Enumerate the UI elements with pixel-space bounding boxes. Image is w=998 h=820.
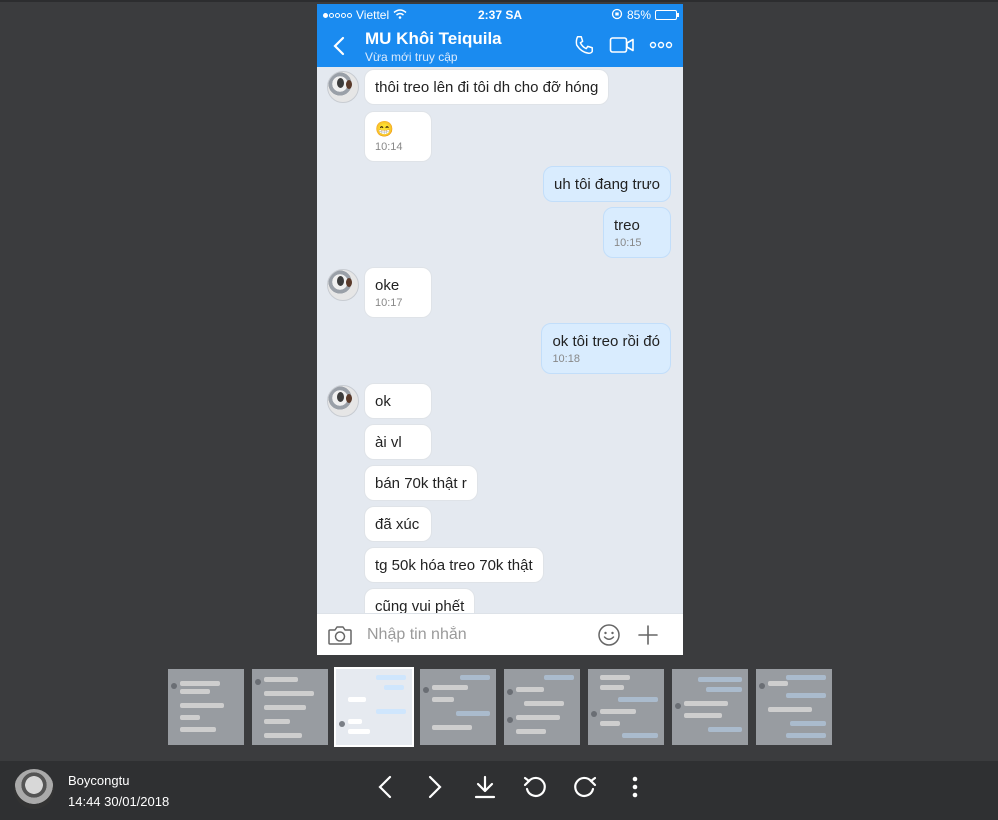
- thumbnail-active[interactable]: [334, 667, 414, 747]
- message-bubble[interactable]: cũng vui phết: [364, 588, 476, 613]
- rotation-lock-icon: [611, 8, 623, 23]
- message-bubble[interactable]: ài vl: [364, 424, 432, 460]
- message-bubble[interactable]: ok tôi treo rồi đó 10:18: [541, 323, 671, 374]
- thumbnail[interactable]: [420, 669, 496, 745]
- message-bubble[interactable]: thôi treo lên đi tôi dh cho đỡ hóng: [364, 69, 610, 105]
- contact-name[interactable]: MU Khôi Teiquila: [365, 29, 502, 49]
- thumbnail[interactable]: [588, 669, 664, 745]
- previous-image-button[interactable]: [364, 771, 406, 803]
- smiley-icon[interactable]: [597, 623, 621, 647]
- download-button[interactable]: [464, 771, 506, 803]
- message-bubble[interactable]: bán 70k thật r: [364, 465, 478, 501]
- video-camera-icon[interactable]: [609, 35, 635, 55]
- rotate-left-icon: [523, 776, 546, 798]
- image-viewer: Viettel 2:37 SA 85% MU Khôi Teiquila Vừa…: [0, 0, 998, 820]
- wifi-icon: [393, 8, 407, 22]
- battery-icon: [655, 10, 679, 20]
- chevron-left-icon: [378, 775, 392, 799]
- contact-avatar[interactable]: [327, 385, 359, 417]
- message-bubble[interactable]: ok: [364, 383, 432, 419]
- phone-icon[interactable]: [573, 34, 595, 56]
- signal-dots-icon: [323, 12, 352, 18]
- contact-avatar[interactable]: [327, 71, 359, 103]
- grinning-emoji: 😁: [375, 121, 394, 138]
- thumbnail[interactable]: [672, 669, 748, 745]
- rotate-right-icon: [574, 776, 597, 798]
- message-time: 10:18: [552, 353, 580, 365]
- message-time: 10:17: [375, 297, 403, 309]
- thumbnail[interactable]: [168, 669, 244, 745]
- more-dots-icon[interactable]: [649, 40, 673, 50]
- message-composer: [317, 613, 683, 655]
- battery-percent: 85%: [626, 8, 651, 22]
- more-options-button[interactable]: [614, 771, 656, 803]
- chevron-right-icon: [428, 775, 442, 799]
- upload-time: 14:44 30/01/2018: [68, 794, 170, 809]
- rotate-left-button[interactable]: [514, 771, 556, 803]
- plus-icon[interactable]: [637, 624, 659, 646]
- presence-status: Vừa mới truy cập: [365, 50, 458, 64]
- download-icon: [474, 775, 496, 799]
- camera-icon[interactable]: [327, 624, 353, 646]
- viewer-top-border: [0, 0, 998, 2]
- message-bubble[interactable]: đã xúc: [364, 506, 432, 542]
- vertical-dots-icon: [632, 776, 638, 798]
- thumbnail-strip: [168, 667, 832, 747]
- message-input[interactable]: [367, 625, 587, 644]
- viewer-footer: Boycongtu 14:44 30/01/2018: [0, 761, 998, 820]
- viewer-toolbar: [364, 771, 656, 803]
- status-bar: Viettel 2:37 SA 85%: [317, 4, 683, 26]
- message-bubble[interactable]: 😁 10:14: [364, 111, 432, 162]
- message-bubble[interactable]: tg 50k hóa treo 70k thật: [364, 547, 544, 583]
- thumbnail[interactable]: [504, 669, 580, 745]
- thumbnail[interactable]: [252, 669, 328, 745]
- thumbnail[interactable]: [756, 669, 832, 745]
- chat-screenshot: Viettel 2:37 SA 85% MU Khôi Teiquila Vừa…: [317, 4, 683, 655]
- message-time: 10:14: [375, 141, 403, 153]
- message-bubble[interactable]: uh tôi đang trưo: [543, 166, 671, 202]
- contact-avatar[interactable]: [327, 269, 359, 301]
- next-image-button[interactable]: [414, 771, 456, 803]
- uploader-name[interactable]: Boycongtu: [68, 773, 129, 788]
- rotate-right-button[interactable]: [564, 771, 606, 803]
- uploader-avatar[interactable]: [14, 769, 54, 809]
- message-time: 10:15: [614, 237, 642, 249]
- message-list[interactable]: thôi treo lên đi tôi dh cho đỡ hóng 😁 10…: [317, 67, 683, 613]
- message-bubble[interactable]: treo 10:15: [603, 207, 671, 258]
- carrier-label: Viettel: [356, 8, 390, 22]
- chat-header: MU Khôi Teiquila Vừa mới truy cập: [317, 26, 683, 67]
- message-bubble[interactable]: oke 10:17: [364, 267, 432, 318]
- back-chevron-icon[interactable]: [327, 32, 351, 60]
